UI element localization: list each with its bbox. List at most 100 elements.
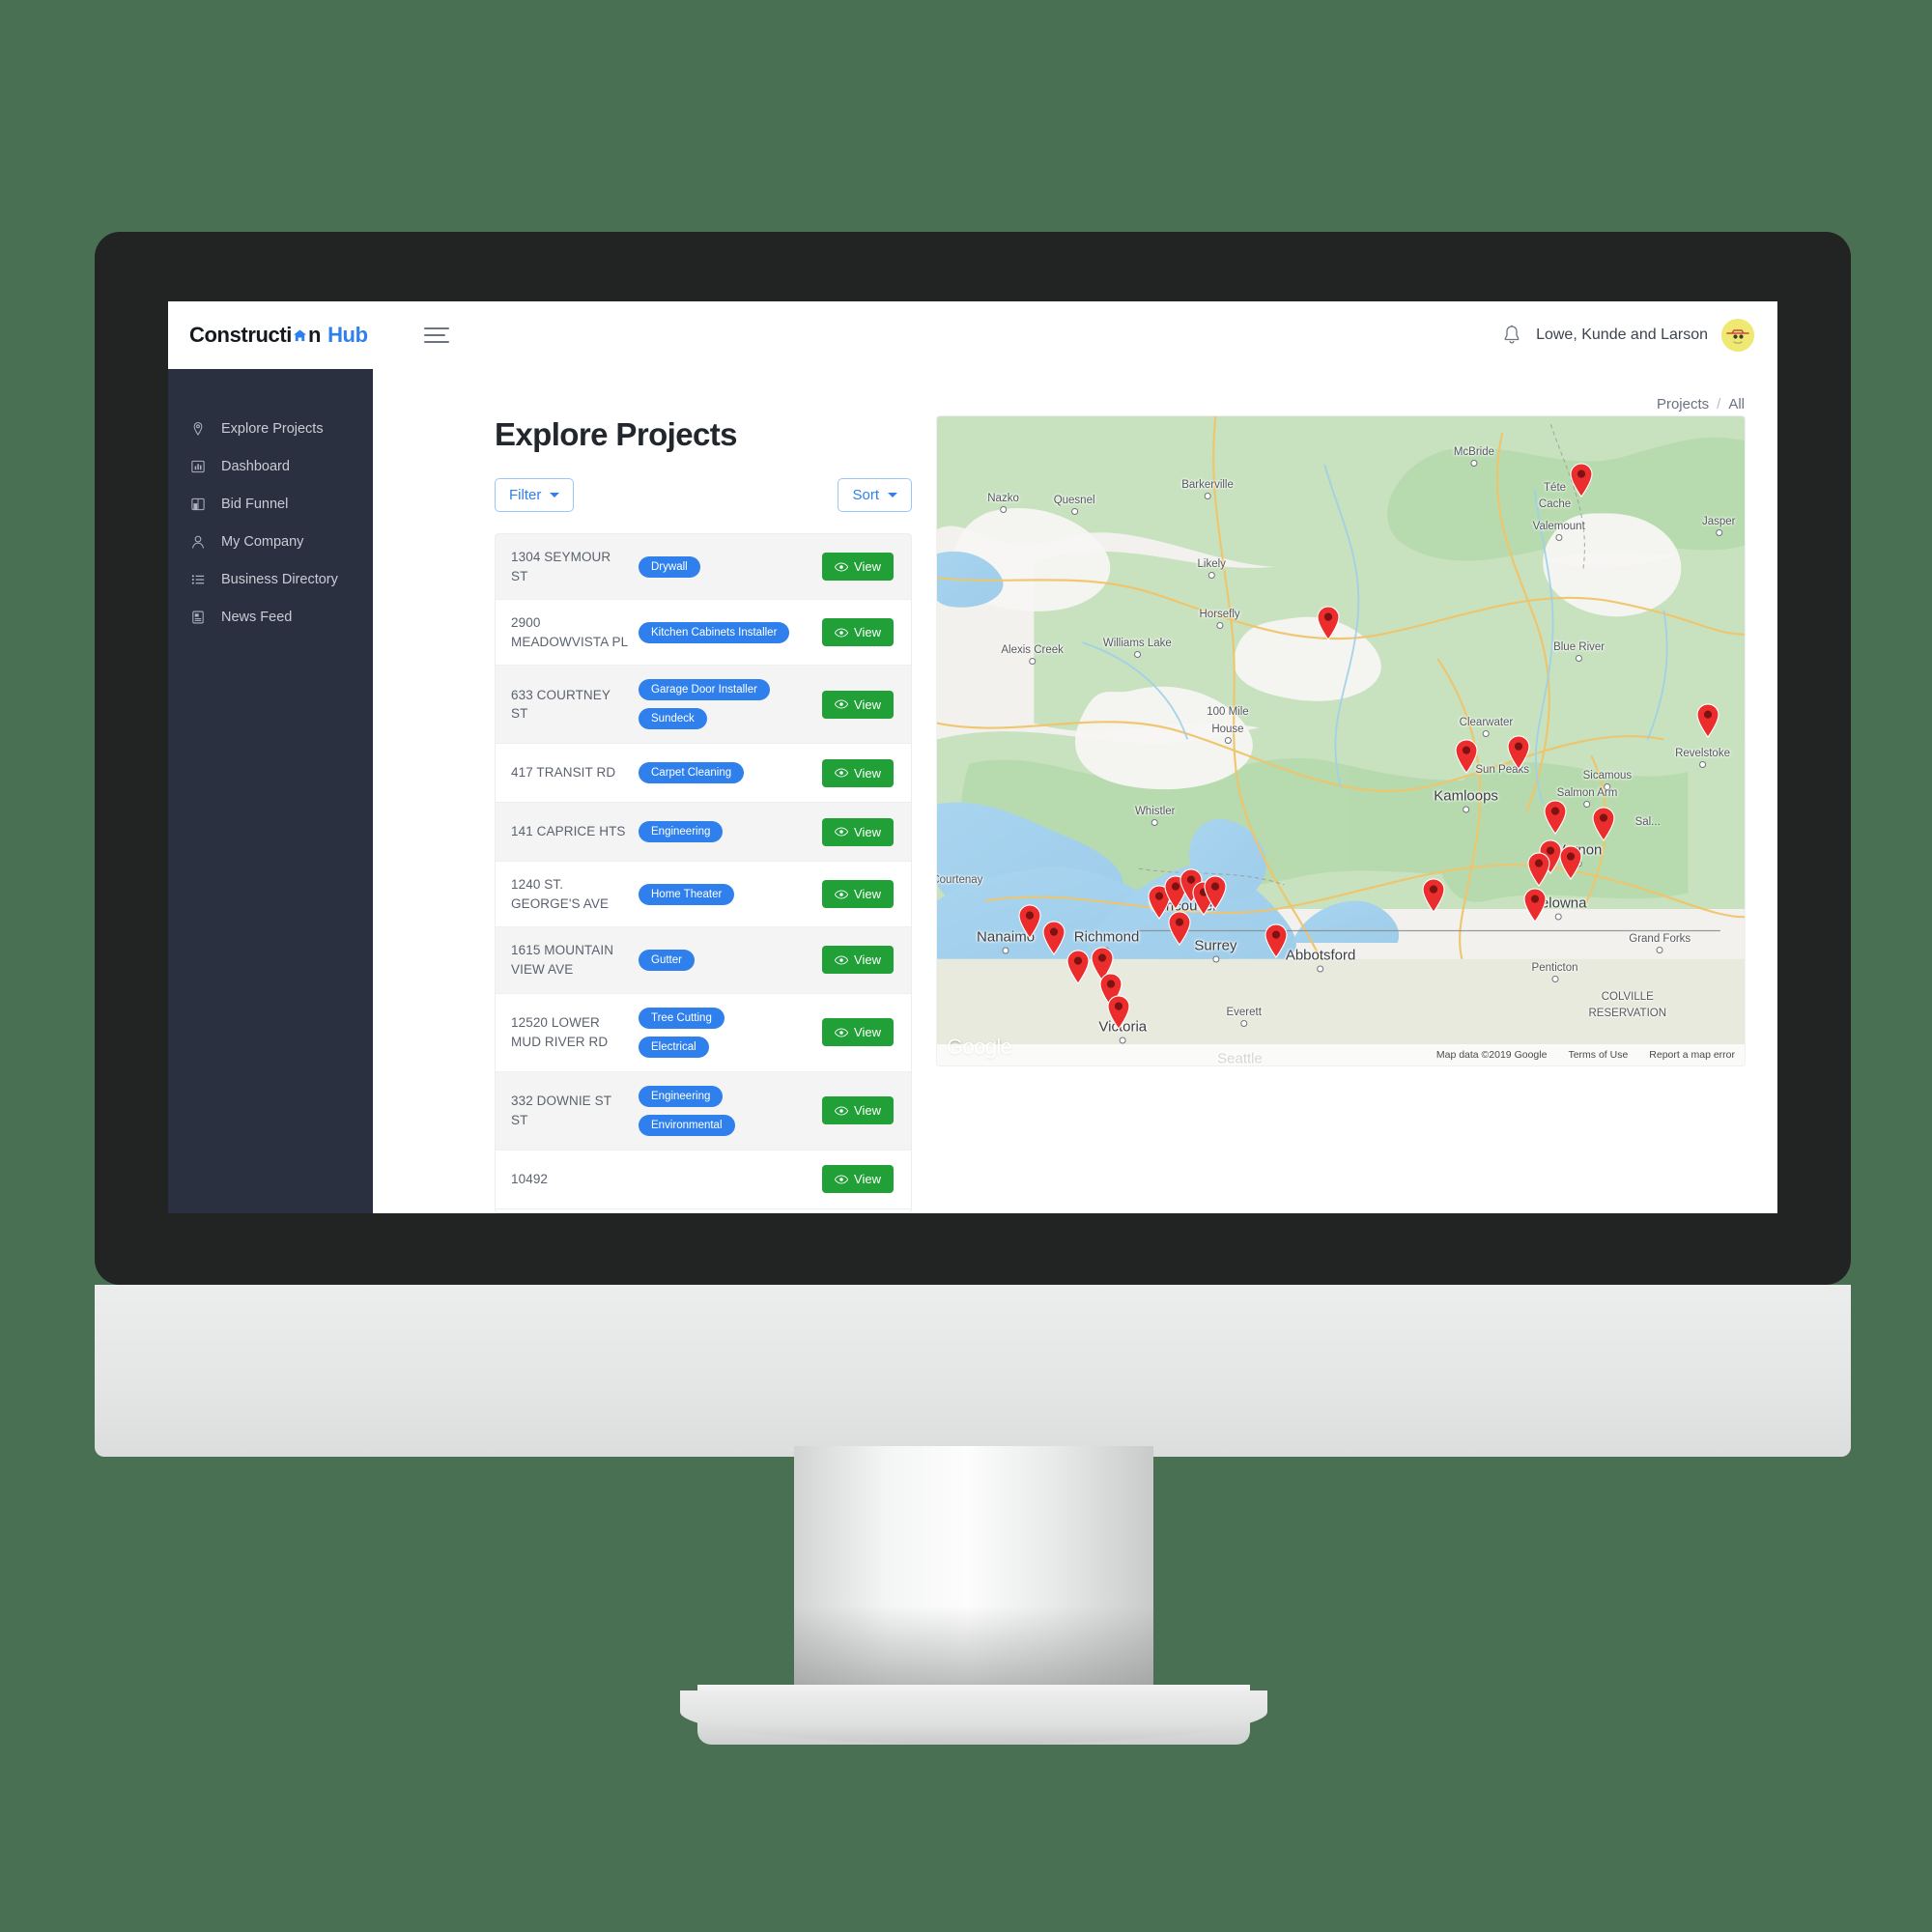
project-row[interactable]: 633 COURTNEY ST Garage Door Installer Sund… (496, 666, 911, 745)
map-pin[interactable] (1017, 904, 1042, 939)
project-row[interactable]: 10492 View (496, 1151, 911, 1209)
sidebar-item-dashboard[interactable]: Dashboard (168, 447, 373, 485)
project-row[interactable]: 417 TRANSIT RD Carpet Cleaning View (496, 744, 911, 804)
view-button[interactable]: View (822, 880, 894, 909)
view-button-label: View (854, 625, 881, 640)
view-button[interactable]: View (822, 690, 894, 719)
map-pin[interactable] (1316, 606, 1341, 640)
view-button[interactable]: View (822, 1018, 894, 1046)
map-pin[interactable] (1522, 888, 1548, 923)
news-icon (189, 609, 206, 625)
project-tag[interactable]: Carpet Cleaning (639, 762, 745, 784)
map-pin[interactable] (1695, 702, 1720, 738)
app-body: Explore Projects Dashboard Bid Funnel My… (168, 369, 1777, 1213)
project-row[interactable]: 2900 MEADOWVISTA PL Kitchen Cabinets Inst… (496, 600, 911, 667)
project-tag[interactable]: Sundeck (639, 708, 707, 730)
map-pin[interactable] (1543, 800, 1568, 836)
funnel-box-icon (189, 496, 206, 512)
sidebar-item-news-feed[interactable]: News Feed (168, 598, 373, 636)
view-button[interactable]: View (822, 758, 894, 787)
hamburger-icon[interactable] (423, 325, 449, 346)
project-tag[interactable]: Gutter (639, 949, 695, 971)
logo-text-part1: Constructi (189, 323, 293, 347)
avatar[interactable] (1721, 319, 1754, 352)
monitor-scene: Constructi n Hub Lowe, Kunde and Larson … (0, 0, 1932, 1932)
map-pin[interactable] (1041, 921, 1066, 955)
project-tags: Carpet Cleaning (639, 762, 822, 784)
project-row[interactable]: 141 CAPRICE HTS Engineering View (496, 803, 911, 863)
map-data-attribution: Map data ©2019 Google (1435, 1049, 1548, 1061)
project-address: 332 DOWNIE ST ST (511, 1093, 611, 1127)
map-pin[interactable] (1454, 738, 1479, 774)
breadcrumb-parent[interactable]: Projects (1657, 396, 1709, 412)
filter-button-label: Filter (509, 487, 542, 503)
sidebar-item-my-company[interactable]: My Company (168, 523, 373, 560)
projects-panel: Explore Projects Filter Sort 1304 SEYMOU… (495, 416, 912, 1213)
sort-button[interactable]: Sort (838, 478, 912, 512)
project-row[interactable]: 1615 MOUNTAIN VIEW AVE Gutter View (496, 927, 911, 994)
project-tag[interactable]: Tree Cutting (639, 1007, 724, 1029)
project-tags: Engineering (639, 821, 822, 843)
project-tag[interactable]: Kitchen Cabinets Installer (639, 621, 790, 643)
project-row[interactable]: 332 DOWNIE ST ST Engineering Environmental… (496, 1071, 911, 1151)
user-account-name[interactable]: Lowe, Kunde and Larson (1536, 327, 1708, 344)
map-pin[interactable] (1421, 878, 1446, 914)
map-pin[interactable] (1106, 995, 1131, 1031)
page-title: Explore Projects (495, 416, 737, 452)
map-report-link[interactable]: Report a map error (1649, 1049, 1735, 1061)
project-tag[interactable]: Home Theater (639, 883, 735, 905)
project-address: 1615 MOUNTAIN VIEW AVE (511, 943, 614, 977)
project-row[interactable]: 12520 LOWER MUD RIVER RD Tree Cutting Elec… (496, 994, 911, 1072)
content-columns: Explore Projects Filter Sort 1304 SEYMOU… (373, 416, 1745, 1213)
view-button[interactable]: View (822, 1096, 894, 1124)
view-button[interactable]: View (822, 553, 894, 582)
project-list[interactable]: 1304 SEYMOUR ST Drywall View 2900 MEADOWVIS… (495, 533, 912, 1213)
map-pin-icon (189, 420, 206, 437)
project-tags: Kitchen Cabinets Installer (639, 621, 822, 643)
chevron-down-icon (550, 493, 560, 497)
bell-icon[interactable] (1501, 324, 1522, 347)
monitor-screen: Constructi n Hub Lowe, Kunde and Larson … (168, 301, 1777, 1213)
project-tag[interactable]: Garage Door Installer (639, 679, 770, 701)
view-button-label: View (854, 696, 881, 712)
view-button[interactable]: View (822, 817, 894, 846)
project-tag[interactable]: Environmental (639, 1114, 735, 1136)
project-tag[interactable]: Drywall (639, 555, 700, 578)
project-row[interactable]: 1240 ST. GEORGE'S AVE Home Theater View (496, 862, 911, 928)
project-row[interactable]: 1304 SEYMOUR ST Drywall View (496, 534, 911, 601)
projects-map[interactable]: McBride Barkerville Quesnel Nazko Téte Cache V… (937, 416, 1745, 1065)
map-pin[interactable] (1167, 911, 1192, 946)
project-address: 141 CAPRICE HTS (511, 824, 626, 839)
project-tags: Garage Door Installer Sundeck (639, 679, 822, 730)
map-pin[interactable] (1065, 950, 1091, 985)
map-pin[interactable] (1526, 852, 1551, 888)
map-pin[interactable] (1506, 735, 1531, 771)
map-pin[interactable] (1569, 463, 1594, 498)
list-controls: Filter Sort (495, 478, 912, 512)
map-attribution-bar: Map data ©2019 Google Terms of Use Repor… (937, 1044, 1745, 1065)
map-pin[interactable] (1264, 923, 1289, 959)
view-button[interactable]: View (822, 618, 894, 647)
map-pin[interactable] (1558, 845, 1583, 881)
view-button[interactable]: View (822, 1165, 894, 1193)
project-tag[interactable]: Electrical (639, 1036, 709, 1058)
project-tag[interactable]: Engineering (639, 821, 724, 843)
view-button-label: View (854, 887, 881, 902)
filter-button[interactable]: Filter (495, 478, 575, 512)
map-terms-link[interactable]: Terms of Use (1568, 1049, 1628, 1061)
main-content: Projects / All Explore Projects Filter S… (373, 369, 1777, 1213)
view-button[interactable]: View (822, 946, 894, 975)
sidebar-item-label: Explore Projects (221, 420, 324, 437)
sidebar-item-explore-projects[interactable]: Explore Projects (168, 410, 373, 447)
map-pin[interactable] (1591, 807, 1616, 842)
project-tags: Engineering Environmental (639, 1085, 822, 1136)
view-button-label: View (854, 559, 881, 575)
app-logo[interactable]: Constructi n Hub (189, 323, 368, 348)
sidebar-item-bid-funnel[interactable]: Bid Funnel (168, 485, 373, 523)
sidebar-item-business-directory[interactable]: Business Directory (168, 560, 373, 598)
map-pin[interactable] (1203, 875, 1228, 910)
project-tag[interactable]: Engineering (639, 1085, 724, 1107)
view-button-label: View (854, 1025, 881, 1039)
house-icon (293, 328, 307, 343)
view-button-label: View (854, 1172, 881, 1186)
